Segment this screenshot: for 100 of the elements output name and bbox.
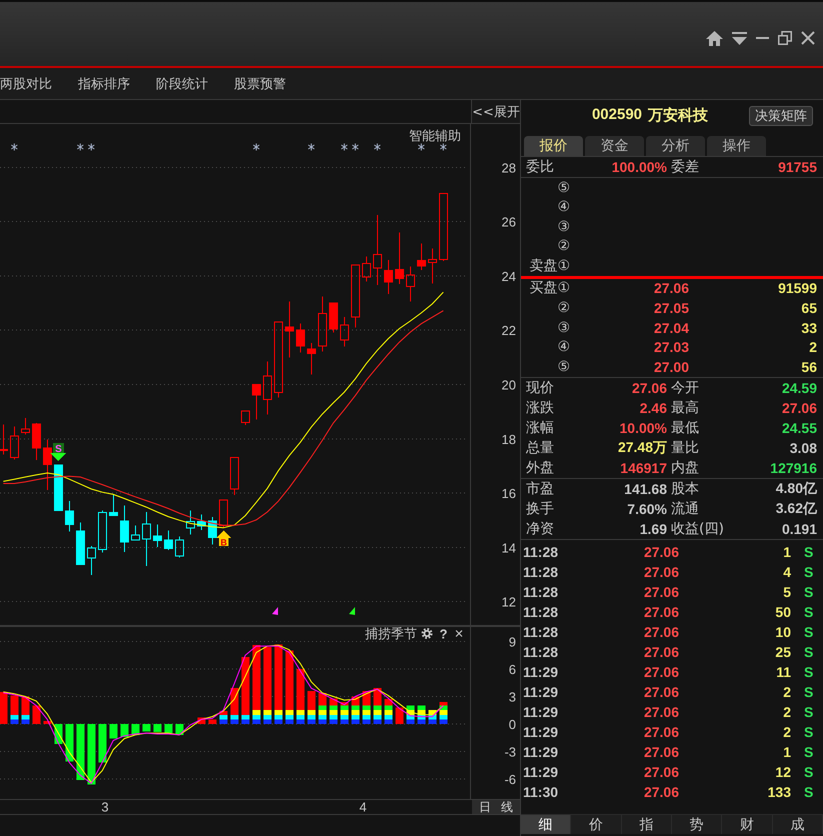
indicator-title: 捕捞季节	[365, 627, 417, 642]
menu-item[interactable]: 股票预警	[234, 74, 286, 92]
bar	[318, 706, 326, 710]
detail-tab[interactable]: 细	[521, 815, 572, 834]
detail-tab[interactable]: 指	[622, 815, 672, 834]
histogram-bar	[87, 724, 96, 784]
asterisk-icon	[308, 143, 315, 151]
bar	[417, 710, 426, 715]
bar	[274, 710, 282, 715]
bar	[384, 706, 392, 710]
histogram-bar	[21, 696, 30, 724]
quote-tab[interactable]: 分析	[646, 136, 705, 156]
bar	[340, 706, 348, 710]
bar	[230, 719, 238, 724]
period-button[interactable]: 日 线	[472, 800, 520, 814]
histogram-bar	[439, 702, 448, 724]
detail-tab[interactable]: 势	[672, 815, 722, 834]
histogram-bar	[32, 706, 40, 724]
candlestick	[252, 384, 261, 420]
bid-price: 27.03	[652, 339, 689, 356]
trade-side: S	[803, 624, 814, 640]
time-label: 4	[359, 800, 367, 814]
candlestick	[64, 500, 74, 532]
expand-button[interactable]: <<展开	[471, 100, 520, 123]
close-button[interactable]: ×	[454, 626, 464, 642]
quote-value: 24.55	[780, 420, 817, 436]
quote-tab[interactable]: 报价	[524, 136, 583, 156]
menu-item[interactable]: 阶段统计	[156, 74, 208, 92]
axis-label: 12	[502, 594, 516, 610]
restore-icon[interactable]	[778, 31, 792, 45]
histogram-bar	[296, 669, 304, 724]
bar	[252, 710, 260, 715]
histogram-bar	[43, 721, 52, 724]
bar	[373, 706, 382, 710]
trade-side: S	[803, 704, 814, 720]
candlestick	[438, 192, 448, 262]
trade-time: 11:30	[523, 784, 560, 800]
candlestick	[10, 426, 19, 460]
menu-item[interactable]: 两股对比	[0, 74, 52, 92]
trade-side: S	[803, 684, 814, 700]
trade-side: S	[803, 784, 814, 800]
trade-price: 27.06	[642, 584, 679, 600]
histogram-bar	[142, 724, 150, 732]
bar	[307, 714, 316, 720]
candlestick	[0, 424, 8, 455]
candlestick	[98, 510, 107, 554]
bar	[10, 714, 18, 720]
quote-label: 涨幅	[526, 418, 555, 437]
bar	[21, 714, 30, 720]
quote-value: 127916	[769, 460, 817, 476]
trade-time: 11:29	[523, 724, 560, 740]
candlestick	[240, 410, 250, 426]
trade-volume: 1	[782, 544, 791, 560]
candlestick	[120, 505, 129, 552]
quote-label: 内盘	[670, 458, 699, 477]
home-icon[interactable]	[706, 30, 723, 46]
detail-tab[interactable]: 成	[772, 815, 823, 834]
histogram-bar	[340, 702, 348, 724]
trade-side: S	[803, 744, 814, 760]
quote-value: 100.00%	[610, 159, 667, 175]
level-label: ⑤	[556, 180, 570, 196]
detail-tab[interactable]: 财	[722, 815, 773, 834]
settings-icon[interactable]	[422, 628, 432, 639]
trade-volume: 5	[782, 584, 791, 600]
axis-label: 28	[502, 160, 516, 176]
menu-item[interactable]: 指标排序	[78, 74, 130, 92]
trade-side: S	[803, 764, 814, 780]
histogram-bar	[0, 692, 8, 724]
quote-label: 委差	[670, 158, 699, 176]
candlestick	[20, 417, 30, 435]
quote-tab[interactable]: 资金	[585, 136, 644, 156]
decision-matrix-button[interactable]: 决策矩阵	[749, 106, 813, 126]
bar	[351, 706, 360, 710]
close-icon[interactable]	[801, 31, 815, 45]
bar	[373, 688, 382, 706]
help-button[interactable]: ?	[440, 626, 448, 642]
asterisk-icon	[340, 143, 348, 151]
candlestick	[186, 510, 195, 535]
candlestick	[296, 323, 305, 353]
detail-tab[interactable]: 价	[571, 815, 622, 834]
trade-price: 27.06	[642, 644, 679, 660]
trade-side: S	[803, 644, 814, 660]
quote-label: 量比	[670, 438, 699, 457]
trade-side: S	[803, 724, 814, 740]
level-label: ④	[556, 339, 570, 356]
bid-volume: 91599	[777, 280, 817, 296]
quote-tab[interactable]: 操作	[707, 136, 766, 156]
candlestick	[394, 232, 404, 284]
candlestick	[284, 300, 294, 358]
asterisk-icon	[440, 143, 447, 151]
candlestick	[76, 522, 85, 565]
dropdown-icon[interactable]	[732, 32, 747, 44]
histogram-bar	[406, 706, 414, 724]
asterisk-icon	[76, 143, 84, 151]
trade-volume: 11	[775, 664, 791, 680]
bar	[439, 714, 448, 720]
quote-value: 7.60%	[626, 500, 667, 517]
bar	[417, 719, 426, 724]
trade-time: 11:28	[523, 544, 560, 560]
quote-value: 146917	[619, 460, 667, 476]
